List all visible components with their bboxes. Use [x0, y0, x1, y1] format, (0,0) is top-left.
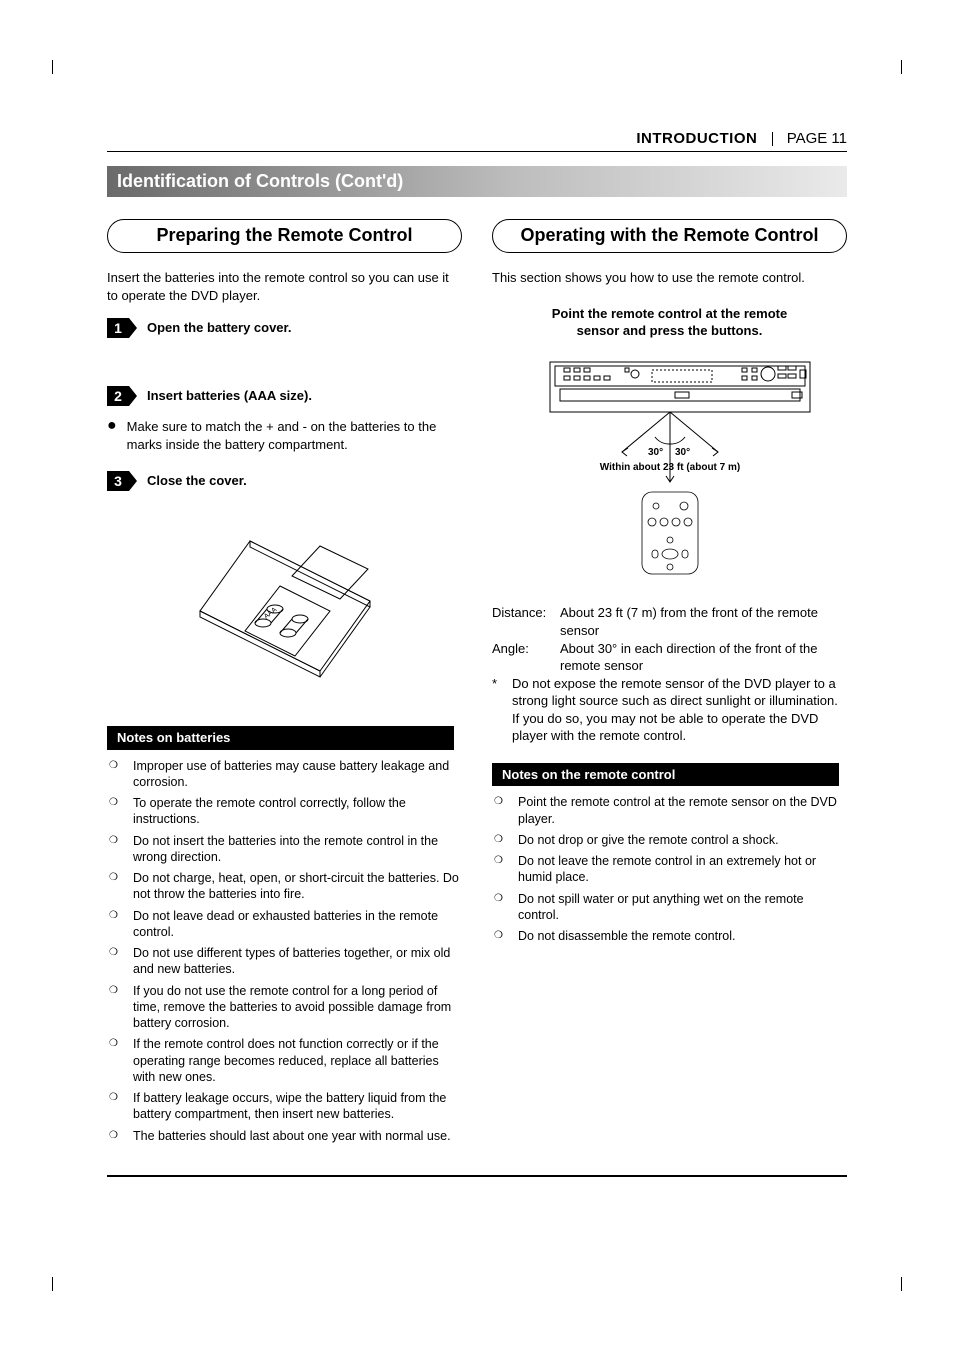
intro-text: Insert the batteries into the remote con… — [107, 269, 462, 304]
list-item: If you do not use the remote control for… — [109, 983, 462, 1032]
left-column: Preparing the Remote Control Insert the … — [107, 219, 462, 1149]
right-column: Operating with the Remote Control This s… — [492, 219, 847, 1149]
remote-battery-diagram: AAA — [107, 511, 462, 686]
list-item: Do not disassemble the remote control. — [494, 928, 847, 944]
list-item: Improper use of batteries may cause batt… — [109, 758, 462, 791]
section-label: INTRODUCTION — [636, 130, 757, 147]
step-label: Open the battery cover. — [147, 318, 292, 337]
page-number: PAGE 11 — [787, 130, 847, 147]
spec-value: Do not expose the remote sensor of the D… — [512, 675, 847, 745]
subsection-title: Operating with the Remote Control — [492, 219, 847, 253]
notes-header: Notes on the remote control — [492, 763, 839, 787]
step-label: Insert batteries (AAA size). — [147, 386, 312, 405]
spec-label: * — [492, 675, 512, 745]
list-item: Do not use different types of batteries … — [109, 945, 462, 978]
title-bar: Identification of Controls (Cont'd) — [107, 166, 847, 197]
list-item: If battery leakage occurs, wipe the batt… — [109, 1090, 462, 1123]
notes-list: Point the remote control at the remote s… — [494, 794, 847, 944]
page-header: INTRODUCTION PAGE 11 — [107, 130, 847, 152]
list-item: Do not leave the remote control in an ex… — [494, 853, 847, 886]
spec-label: Distance: — [492, 604, 560, 639]
step-number: 3 — [107, 471, 129, 491]
crop-mark — [887, 1277, 902, 1291]
notes-list: Improper use of batteries may cause batt… — [109, 758, 462, 1144]
bullet-note: ● Make sure to match the + and - on the … — [107, 418, 462, 453]
spec-value: About 23 ft (7 m) from the front of the … — [560, 604, 847, 639]
battery-type-label: AAA — [262, 607, 278, 621]
operating-range-diagram: 30° 30° Within about 23 ft (about 7 m) — [492, 352, 847, 587]
angle-right-label: 30° — [675, 447, 690, 458]
list-item: Point the remote control at the remote s… — [494, 794, 847, 827]
list-item: The batteries should last about one year… — [109, 1128, 462, 1144]
list-item: Do not insert the batteries into the rem… — [109, 833, 462, 866]
step-badge-icon: 1 — [107, 318, 137, 338]
step-3: 3 Close the cover. — [107, 471, 462, 491]
range-label: Within about 23 ft (about 7 m) — [599, 462, 739, 473]
list-item: To operate the remote control correctly,… — [109, 795, 462, 828]
list-item: Do not spill water or put anything wet o… — [494, 891, 847, 924]
footer-rule — [107, 1175, 847, 1177]
spec-block: Distance: About 23 ft (7 m) from the fro… — [492, 604, 847, 744]
page: INTRODUCTION PAGE 11 Identification of C… — [0, 0, 954, 1351]
list-item: If the remote control does not function … — [109, 1036, 462, 1085]
list-item: Do not leave dead or exhausted batteries… — [109, 908, 462, 941]
bullet-text: Make sure to match the + and - on the ba… — [127, 418, 462, 453]
list-item: Do not charge, heat, open, or short-circ… — [109, 870, 462, 903]
instruction-text: Point the remote control at the remote s… — [545, 305, 795, 340]
step-1: 1 Open the battery cover. — [107, 318, 462, 338]
crop-mark — [887, 60, 902, 74]
subsection-title: Preparing the Remote Control — [107, 219, 462, 253]
spec-label: Angle: — [492, 640, 560, 675]
divider — [772, 132, 773, 146]
step-label: Close the cover. — [147, 471, 247, 490]
step-badge-icon: 2 — [107, 386, 137, 406]
step-number: 1 — [107, 318, 129, 338]
crop-mark — [52, 1277, 67, 1291]
step-2: 2 Insert batteries (AAA size). — [107, 386, 462, 406]
crop-mark — [52, 60, 67, 74]
list-item: Do not drop or give the remote control a… — [494, 832, 847, 848]
notes-header: Notes on batteries — [107, 726, 454, 750]
intro-text: This section shows you how to use the re… — [492, 269, 847, 287]
step-number: 2 — [107, 386, 129, 406]
bullet-icon: ● — [107, 418, 117, 453]
step-badge-icon: 3 — [107, 471, 137, 491]
angle-left-label: 30° — [648, 447, 663, 458]
spec-value: About 30° in each direction of the front… — [560, 640, 847, 675]
